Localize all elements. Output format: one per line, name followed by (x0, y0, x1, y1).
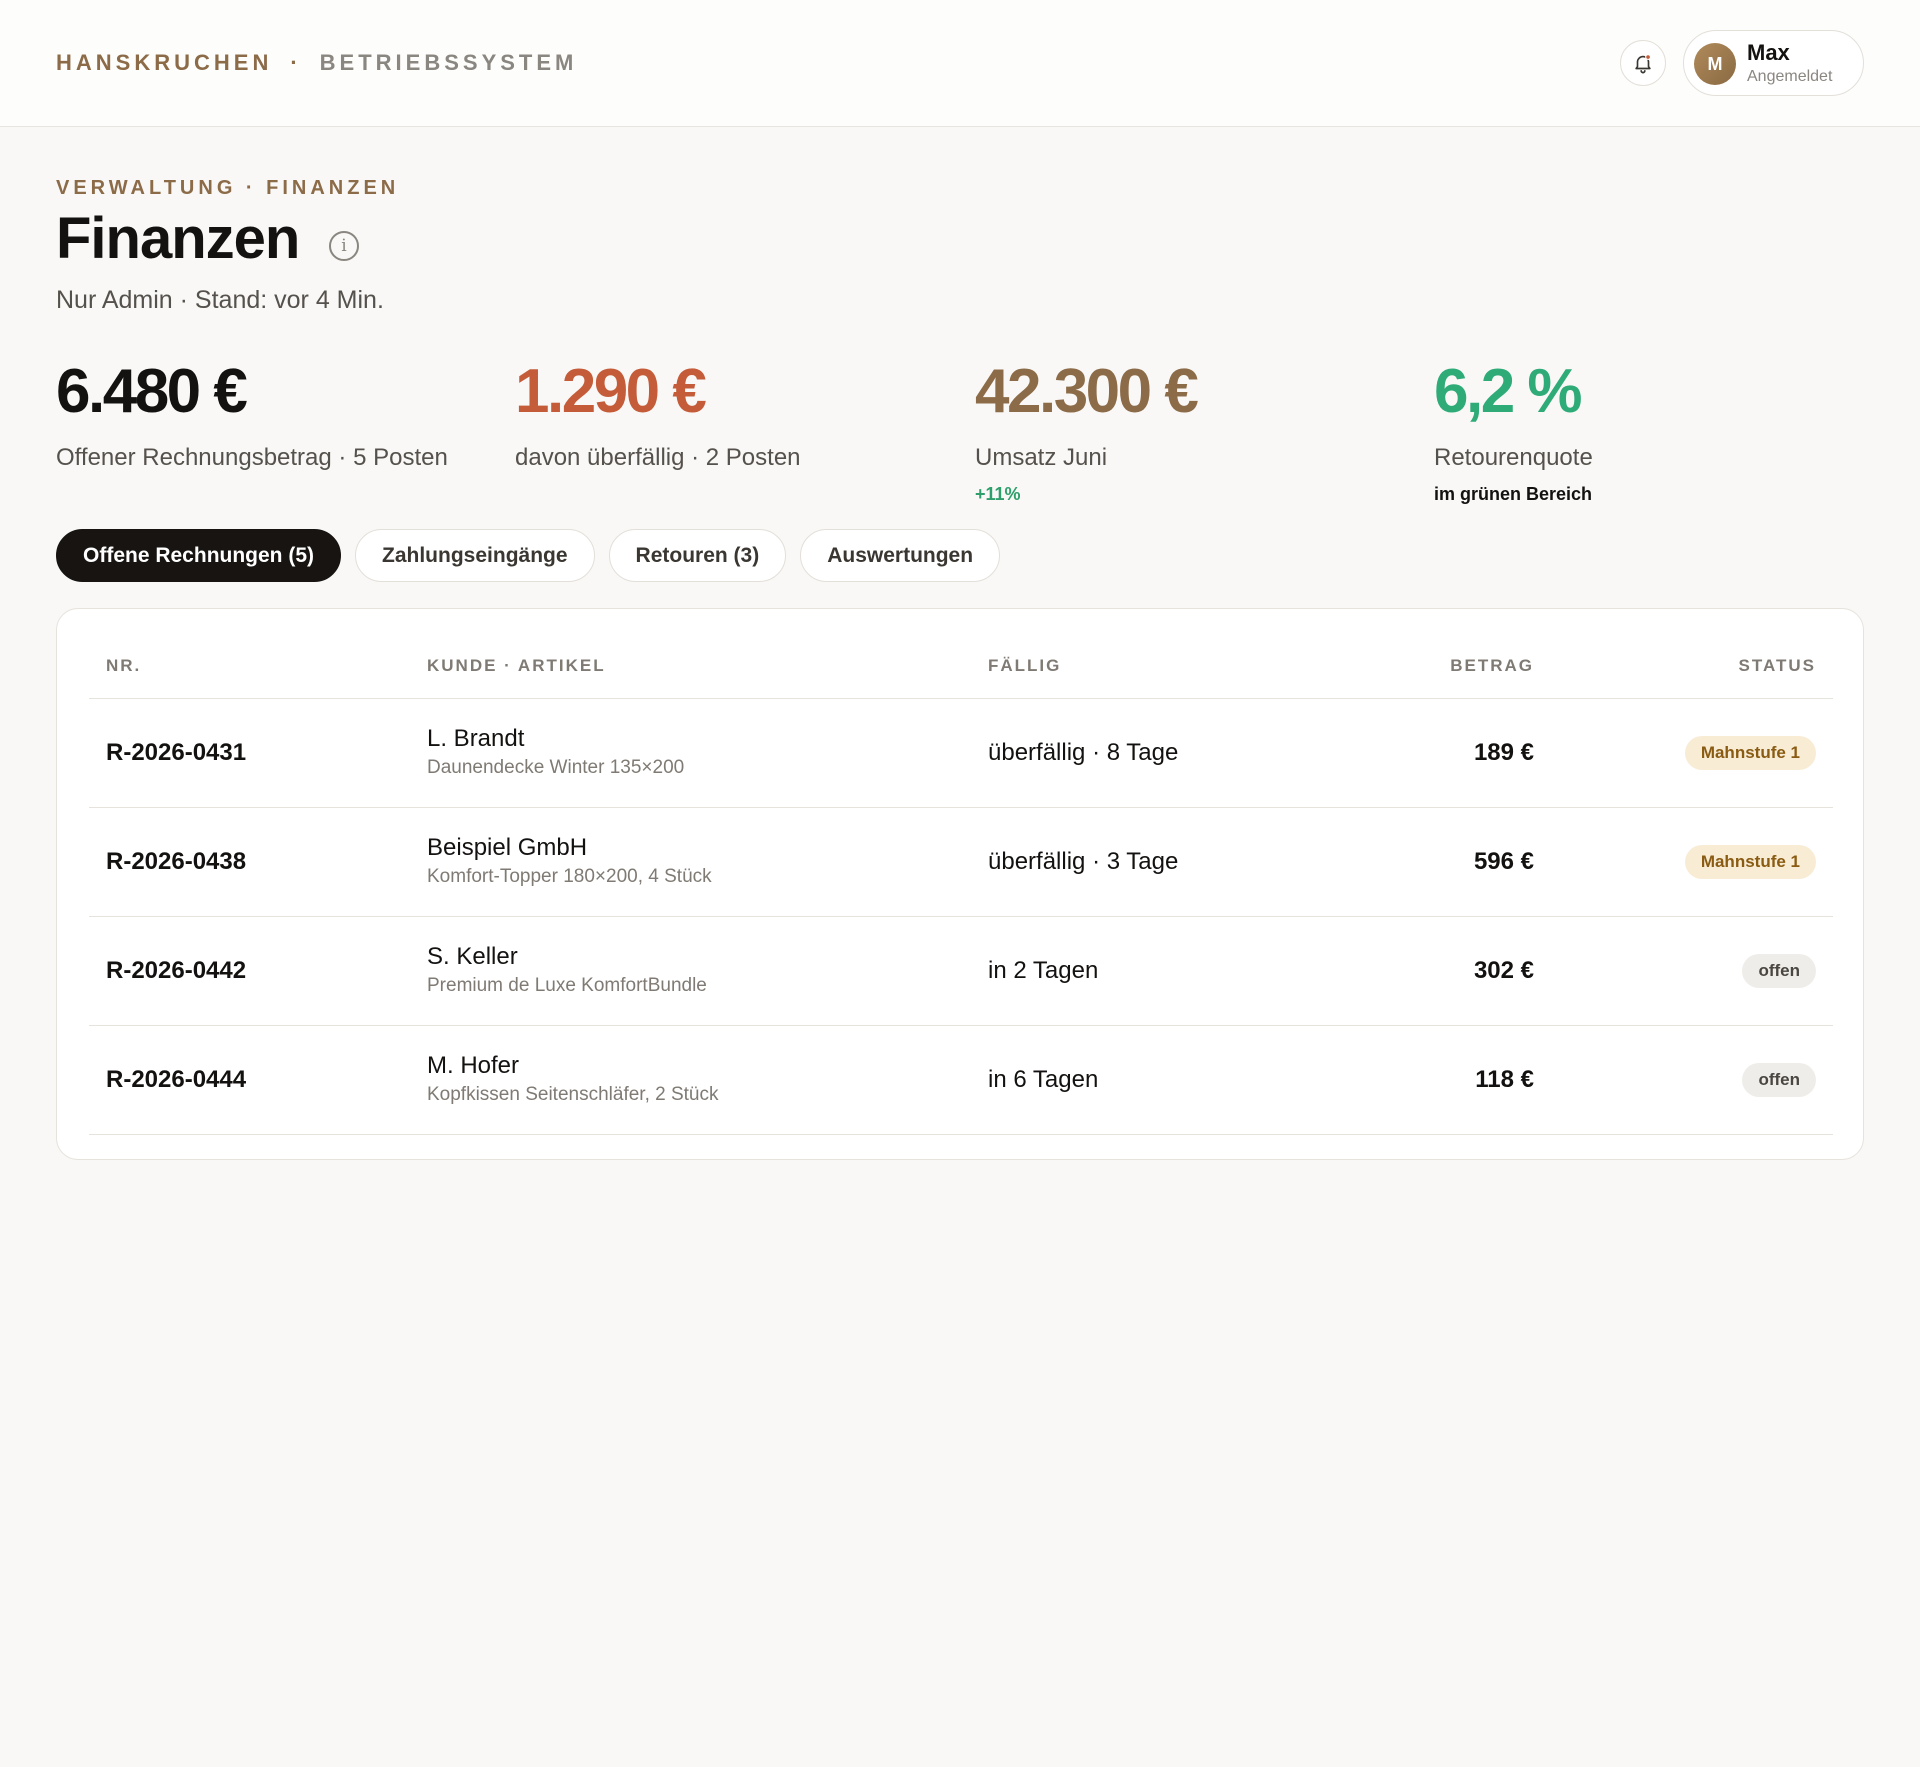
status-badge: offen (1742, 1063, 1816, 1097)
user-name: Max (1747, 40, 1790, 65)
invoices-card: NR. KUNDE · ARTIKEL FÄLLIG BETRAG STATUS… (56, 608, 1864, 1160)
tab-open-invoices[interactable]: Offene Rechnungen (5) (56, 529, 342, 582)
tab-reports[interactable]: Auswertungen (800, 529, 1001, 582)
column-header-faellig[interactable]: FÄLLIG (988, 656, 1061, 676)
kpi-note: im grünen Bereich (1434, 484, 1593, 504)
avatar: M (1694, 43, 1736, 85)
status-cell: offen (1742, 954, 1816, 988)
brand[interactable]: HANSKRUCHEN · BETRIEBSSYSTEM (56, 50, 577, 76)
invoice-number[interactable]: R-2026-0438 (106, 848, 246, 876)
table-row[interactable]: R-2026-0444 M. Hofer Kopfkissen Seitensc… (89, 1026, 1833, 1135)
column-header-nr[interactable]: NR. (106, 656, 141, 676)
customer-name: Beispiel GmbH (427, 834, 588, 861)
invoice-number[interactable]: R-2026-0431 (106, 739, 246, 767)
due-info: in 2 Tagen (988, 957, 1099, 984)
column-header-status[interactable]: STATUS (1739, 656, 1816, 676)
table-row[interactable]: R-2026-0442 S. Keller Premium de Luxe Ko… (89, 917, 1833, 1026)
invoices-table: NR. KUNDE · ARTIKEL FÄLLIG BETRAG STATUS… (89, 609, 1833, 1135)
kpi-revenue: 42.300 € Umsatz Juni +11% (975, 356, 1199, 505)
tab-bar: Offene Rechnungen (5) Zahlungseingänge R… (56, 529, 1001, 582)
kpi-label: Retourenquote (1434, 444, 1593, 471)
table-row[interactable]: R-2026-0438 Beispiel GmbH Komfort-Topper… (89, 808, 1833, 917)
customer-name: M. Hofer (427, 1052, 520, 1079)
article: Komfort-Topper 180×200, 4 Stück (427, 866, 712, 887)
kpi-return-rate: 6,2 % Retourenquote im grünen Bereich (1434, 356, 1593, 505)
table-header: NR. KUNDE · ARTIKEL FÄLLIG BETRAG STATUS (89, 609, 1833, 699)
tab-returns[interactable]: Retouren (3) (608, 529, 787, 582)
info-icon[interactable]: i (329, 231, 359, 261)
system-name: BETRIEBSSYSTEM (319, 50, 578, 75)
status-cell: offen (1742, 1063, 1816, 1097)
column-header-betrag[interactable]: BETRAG (1450, 656, 1534, 676)
status-cell: Mahnstufe 1 (1684, 845, 1816, 879)
kpi-value: 42.300 € (975, 357, 1199, 426)
column-header-kunde[interactable]: KUNDE · ARTIKEL (427, 656, 606, 676)
kpi-label: davon überfällig · 2 Posten (515, 444, 801, 471)
amount: 189 € (1473, 739, 1534, 766)
kpi-overdue: 1.290 € davon überfällig · 2 Posten (515, 356, 801, 472)
invoice-number[interactable]: R-2026-0442 (106, 957, 246, 985)
customer-name: S. Keller (427, 943, 518, 970)
notifications-button[interactable] (1620, 40, 1666, 86)
amount: 118 € (1475, 1066, 1534, 1093)
kpi-label: Umsatz Juni (975, 444, 1108, 471)
due-info: überfällig · 3 Tage (988, 848, 1179, 875)
page-subtitle: Nur Admin · Stand: vor 4 Min. (56, 286, 384, 314)
status-badge: offen (1742, 954, 1816, 988)
table-row[interactable]: R-2026-0431 L. Brandt Daunendecke Winter… (89, 699, 1833, 808)
due-info: in 6 Tagen (988, 1066, 1099, 1093)
kpi-label: Offener Rechnungsbetrag · 5 Posten (56, 444, 448, 471)
customer-name: L. Brandt (427, 725, 525, 752)
kpi-value: 1.290 € (515, 357, 707, 426)
page-title: Finanzen (56, 206, 300, 271)
status-badge: Mahnstufe 1 (1684, 845, 1816, 879)
tab-payments[interactable]: Zahlungseingänge (355, 529, 595, 582)
breadcrumb: VERWALTUNG · FINANZEN (56, 177, 400, 199)
invoice-number[interactable]: R-2026-0444 (106, 1066, 246, 1094)
article: Kopfkissen Seitenschläfer, 2 Stück (427, 1084, 719, 1105)
top-bar: HANSKRUCHEN · BETRIEBSSYSTEM M Max Angemel… (0, 0, 1920, 127)
kpi-open-amount: 6.480 € Offener Rechnungsbetrag · 5 Post… (56, 356, 448, 472)
kpi-trend: +11% (975, 484, 1021, 504)
status-badge: Mahnstufe 1 (1684, 736, 1816, 770)
kpi-value: 6.480 € (56, 357, 248, 426)
user-menu[interactable]: M Max Angemeldet (1683, 30, 1864, 96)
kpi-value: 6,2 % (1434, 357, 1583, 426)
amount: 596 € (1473, 848, 1534, 875)
user-status: Angemeldet (1747, 68, 1833, 85)
due-info: überfällig · 8 Tage (988, 739, 1179, 766)
brand-separator: · (290, 50, 302, 75)
article: Daunendecke Winter 135×200 (427, 757, 685, 778)
amount: 302 € (1473, 957, 1534, 984)
bell-icon (1635, 54, 1651, 74)
status-cell: Mahnstufe 1 (1684, 736, 1816, 770)
brand-name: HANSKRUCHEN (56, 50, 273, 75)
article: Premium de Luxe KomfortBundle (427, 975, 707, 996)
